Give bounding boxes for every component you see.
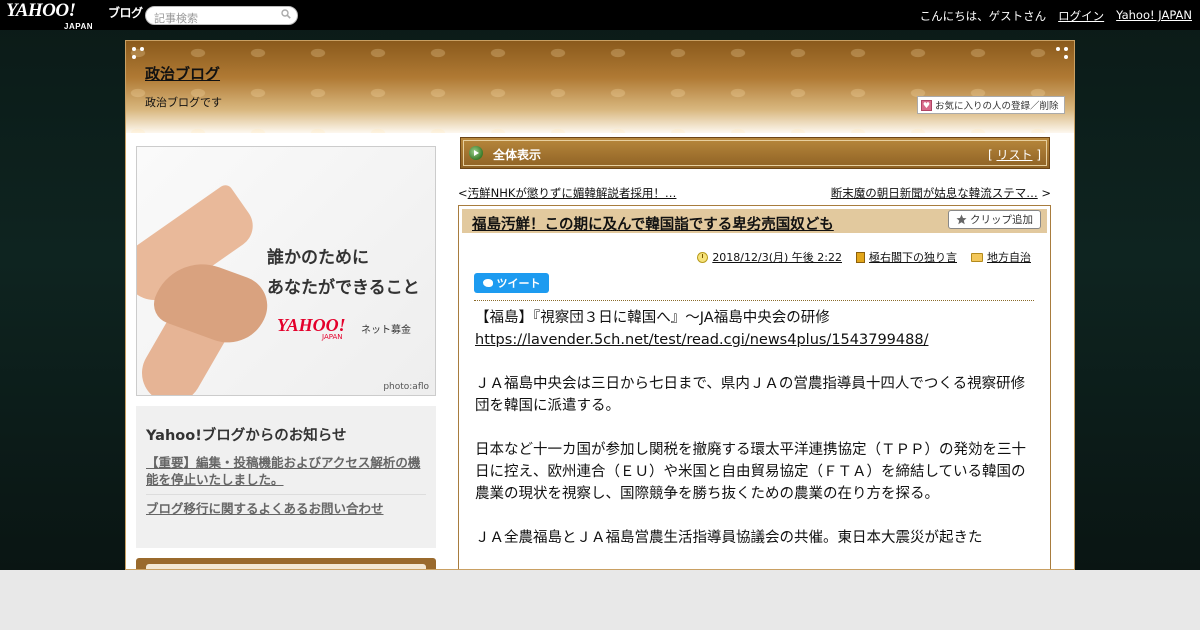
- article-category-book: 極右閣下の独り言: [856, 249, 957, 265]
- tweet-button[interactable]: ツイート: [474, 273, 549, 293]
- next-arrow: >: [1041, 186, 1051, 200]
- corner-dot: [140, 47, 144, 51]
- corner-dot: [1056, 47, 1060, 51]
- star-icon: [956, 214, 967, 225]
- favorite-button-label: お気に入りの人の登録／削除: [935, 101, 1059, 112]
- notice-link-important[interactable]: 【重要】編集・投稿機能およびアクセス解析の機能を停止いたしました。: [146, 454, 428, 488]
- article-header: 福島汚鮮！この期に及んで韓国詣でする卑劣売国奴ども クリップ追加: [462, 209, 1047, 233]
- notice-box: Yahoo!ブログからのお知らせ 【重要】編集・投稿機能およびアクセス解析の機能…: [136, 406, 436, 548]
- twitter-bird-icon: [482, 279, 493, 287]
- notice-divider: [146, 494, 426, 495]
- list-bracket-close: ]: [1036, 148, 1041, 162]
- article-body: 【福島】『視察団３日に韓国へ』～JA福島中央会の研修 https://laven…: [475, 307, 1035, 569]
- article-divider: [474, 300, 1034, 301]
- article-paragraph: ＪＡ福島中央会は三日から七日まで、県内ＪＡの営農指導員十四人でつくる視察研修団を…: [475, 376, 1026, 414]
- corner-dot: [1064, 47, 1068, 51]
- article-paragraph: 【福島】『視察団３日に韓国へ』～JA福島中央会の研修 https://laven…: [475, 307, 1035, 351]
- corner-dot: [132, 55, 136, 59]
- notice-link-faq[interactable]: ブログ移行に関するよくあるお問い合わせ: [146, 500, 428, 517]
- sidebar-box-inner: [146, 564, 426, 569]
- play-icon: [469, 146, 483, 160]
- article-category-folder: 地方自治: [971, 249, 1031, 265]
- category-link-2[interactable]: 地方自治: [987, 249, 1031, 265]
- next-article-link[interactable]: 断末魔の朝日新聞が姑息な韓流ステマ…: [831, 186, 1038, 200]
- top-bar: YAHOO! JAPAN ブログ こんにちは、ゲストさん ログイン Yahoo!…: [0, 0, 1200, 31]
- ad-yahoo-japan: JAPAN: [322, 333, 343, 341]
- article-meta: 2018/12/3(月) 午後 2:22 極右閣下の独り言 地方自治: [697, 249, 1031, 265]
- ad-headline-1: 誰かのために: [267, 248, 369, 268]
- list-link[interactable]: リスト: [996, 148, 1032, 162]
- clip-add-label: クリップ追加: [970, 214, 1033, 226]
- article-search: [145, 6, 298, 27]
- list-bracket-open: [: [987, 148, 993, 162]
- bottom-area: [0, 570, 1200, 630]
- blog-container: 政治ブログ 政治ブログです ♥ お気に入りの人の登録／削除 誰かのために あなた…: [125, 40, 1075, 570]
- logo-japan: JAPAN: [64, 22, 94, 31]
- view-all-label: 全体表示: [493, 148, 542, 162]
- book-icon: [856, 251, 865, 263]
- article-lead: 【福島】『視察団３日に韓国へ』～JA福島中央会の研修: [475, 310, 830, 326]
- ad-service-name: ネット募金: [361, 325, 411, 336]
- blog-header: 政治ブログ 政治ブログです ♥ お気に入りの人の登録／削除: [126, 41, 1074, 133]
- article-paragraph: ＪＡ全農福島とＪＡ福島営農生活指導員協議会の共催。東日本大震災が起きた: [475, 530, 983, 546]
- prev-article-link[interactable]: 汚鮮NHKが懲りずに媚韓解説者採用！…: [468, 186, 677, 200]
- category-link-1[interactable]: 極右閣下の独り言: [869, 249, 957, 265]
- article-paragraph: 日本など十一カ国が参加し関税を撤廃する環太平洋連携協定（ＴＰＰ）の発効を三十日に…: [475, 442, 1026, 502]
- article-date-link[interactable]: 2018/12/3(月) 午後 2:22: [712, 249, 842, 265]
- article-title[interactable]: 福島汚鮮！この期に及んで韓国詣でする卑劣売国奴ども: [472, 213, 834, 234]
- search-icon[interactable]: [281, 9, 291, 19]
- prev-arrow: <: [458, 186, 468, 200]
- list-link-wrapper: [ リスト ]: [988, 146, 1041, 163]
- bar-inner-border: [463, 140, 1047, 166]
- blog-description: 政治ブログです: [145, 96, 222, 109]
- tweet-label: ツイート: [496, 277, 541, 290]
- yahoo-japan-link[interactable]: Yahoo! JAPAN: [1116, 8, 1192, 24]
- ad-photo-credit: photo:aflo: [383, 382, 429, 392]
- search-input[interactable]: [154, 10, 282, 27]
- source-link[interactable]: https://lavender.5ch.net/test/read.cgi/n…: [475, 332, 928, 348]
- heart-icon: ♥: [921, 99, 932, 111]
- clip-add-button[interactable]: クリップ追加: [948, 210, 1041, 229]
- notice-title: Yahoo!ブログからのお知らせ: [146, 428, 347, 444]
- blog-title[interactable]: 政治ブログ: [145, 63, 220, 84]
- article-date: 2018/12/3(月) 午後 2:22: [697, 249, 842, 265]
- prev-article: <汚鮮NHKが懲りずに媚韓解説者採用！…: [458, 185, 676, 201]
- ad-banner[interactable]: 誰かのために あなたができること YAHOO! JAPAN ネット募金 phot…: [136, 146, 436, 396]
- greeting-text: こんにちは、ゲストさん: [919, 9, 1047, 23]
- corner-dot: [132, 47, 136, 51]
- top-navigation: こんにちは、ゲストさん ログイン Yahoo! JAPAN: [920, 8, 1192, 24]
- clock-icon: [697, 251, 709, 263]
- favorite-register-button[interactable]: ♥ お気に入りの人の登録／削除: [917, 96, 1065, 114]
- ad-headline-2: あなたができること: [267, 278, 420, 298]
- next-article: 断末魔の朝日新聞が姑息な韓流ステマ… >: [831, 185, 1051, 201]
- article: 福島汚鮮！この期に及んで韓国詣でする卑劣売国奴ども クリップ追加 2018/12…: [458, 205, 1051, 569]
- article-pager: <汚鮮NHKが懲りずに媚韓解説者採用！… 断末魔の朝日新聞が姑息な韓流ステマ… …: [458, 185, 1051, 201]
- folder-icon: [971, 252, 983, 262]
- sidebar-box: [136, 558, 436, 569]
- login-link[interactable]: ログイン: [1058, 8, 1104, 24]
- logo-blog: ブログ: [108, 6, 143, 20]
- corner-dot: [1064, 55, 1068, 59]
- view-all-bar: 全体表示 [ リスト ]: [460, 137, 1050, 169]
- yahoo-blog-logo[interactable]: YAHOO! JAPAN ブログ: [6, 1, 143, 31]
